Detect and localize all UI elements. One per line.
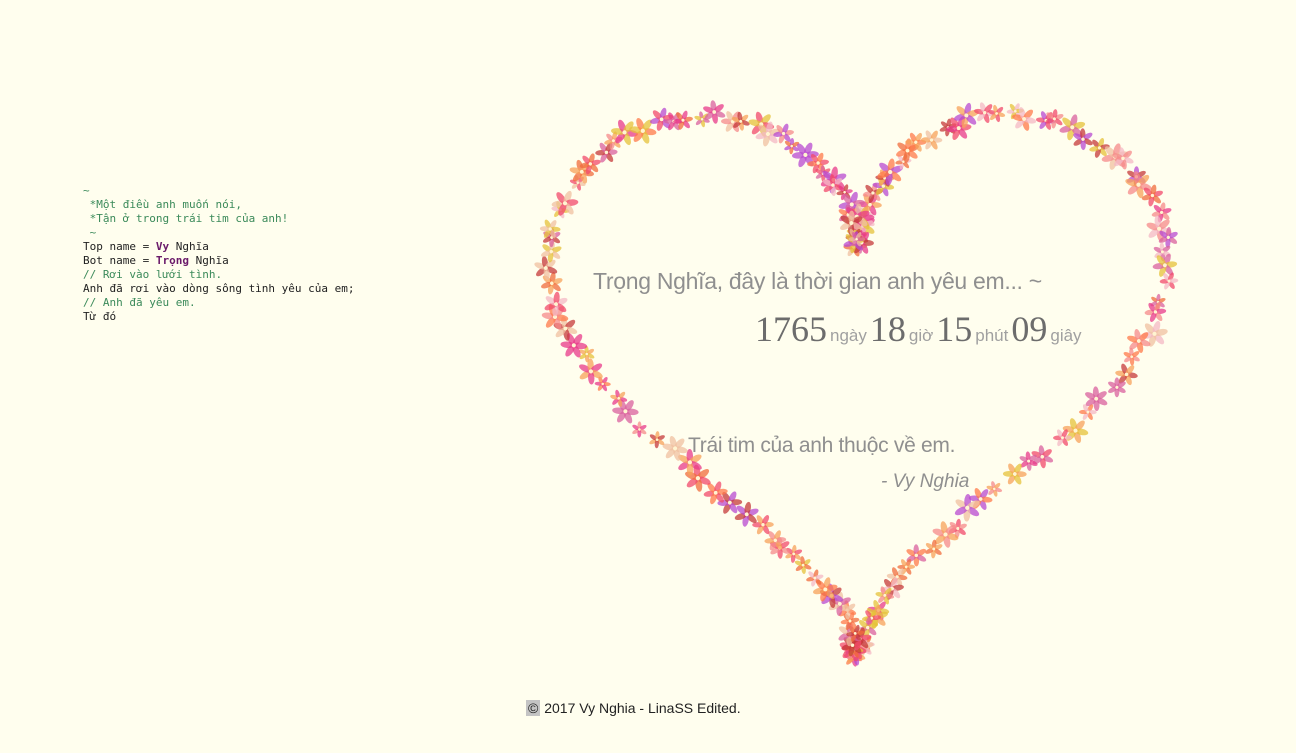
code-token: Trọng — [155, 254, 189, 267]
code-token: ~ — [83, 184, 90, 197]
code-block: ~ *Một điều anh muốn nói, *Tận ở trong t… — [83, 184, 355, 324]
code-token: *Một điều anh muốn nói, — [83, 198, 242, 211]
flower-icon — [673, 110, 693, 130]
minutes-value: 15 — [936, 309, 973, 349]
code-token: // Rơi vào lưới tình. — [83, 268, 223, 281]
days-unit: ngày — [830, 326, 867, 345]
days-value: 1765 — [755, 309, 827, 349]
heart-flower-garden — [534, 100, 1179, 667]
code-line: // Rơi vào lưới tình. — [83, 268, 355, 282]
flower-icon — [986, 481, 1003, 497]
code-line: Từ đó — [83, 310, 355, 324]
signature: - Vy Nghia — [881, 471, 970, 492]
elapsed-clock: 1765 ngày18 giờ15 phút09 giây — [755, 308, 1085, 350]
code-line: // Anh đã yêu em. — [83, 296, 355, 310]
love-line: Trái tim của anh thuộc về em. — [688, 434, 956, 457]
copyright-symbol: © — [526, 700, 541, 716]
love-message: Trọng Nghĩa, đây là thời gian anh yêu em… — [593, 268, 1042, 294]
code-line: Bot name = Trọng Nghĩa — [83, 254, 355, 268]
code-token: Bot name = — [83, 254, 156, 267]
code-token: Nghĩa — [169, 240, 209, 253]
footer-copyright: © 2017 Vy Nghia - LinaSS Edited. — [526, 700, 741, 716]
code-line: *Tận ở trong trái tim của anh! — [83, 212, 355, 226]
seconds-unit: giây — [1050, 326, 1082, 345]
seconds-value: 09 — [1011, 309, 1048, 349]
code-line: ~ — [83, 226, 355, 240]
code-token: Từ đó — [83, 310, 117, 323]
code-token: Vy — [155, 240, 170, 253]
code-line: Top name = Vy Nghĩa — [83, 240, 355, 254]
code-token: ~ — [83, 226, 97, 239]
footer-text: 2017 Vy Nghia - LinaSS Edited. — [540, 700, 741, 716]
code-line: *Một điều anh muốn nói, — [83, 198, 355, 212]
hours-unit: giờ — [908, 326, 934, 345]
code-line: ~ — [83, 184, 355, 198]
code-token: Anh đã rơi vào dòng sông tình yêu của em… — [83, 282, 355, 295]
hours-value: 18 — [869, 309, 906, 349]
minutes-unit: phút — [975, 326, 1009, 345]
code-token: *Tận ở trong trái tim của anh! — [83, 212, 289, 225]
code-token: // Anh đã yêu em. — [83, 296, 196, 309]
code-line: Anh đã rơi vào dòng sông tình yêu của em… — [83, 282, 355, 296]
code-token: Nghĩa — [188, 254, 229, 267]
code-token: Top name = — [83, 240, 156, 253]
